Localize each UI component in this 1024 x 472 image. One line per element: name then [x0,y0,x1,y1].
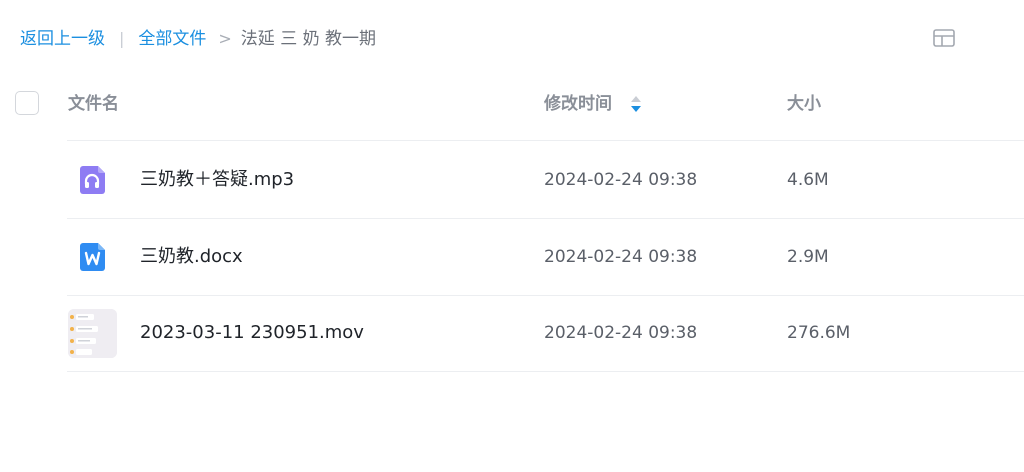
breadcrumb-divider: | [119,29,125,48]
audio-file-icon [80,166,105,194]
file-size: 2.9M [787,247,829,267]
column-header-size[interactable]: 大小 [787,93,821,115]
row-divider [67,140,1024,141]
table-row[interactable]: 三奶教＋答疑.mp3 2024-02-24 09:38 4.6M [0,142,1024,218]
column-header-name[interactable]: 文件名 [68,93,119,115]
file-size: 4.6M [787,170,829,190]
video-thumbnail [68,309,117,358]
file-name[interactable]: 三奶教＋答疑.mp3 [140,168,294,192]
breadcrumb-separator: > [218,29,232,48]
sort-descending-icon[interactable] [630,95,642,113]
file-name[interactable]: 2023-03-11 230951.mov [140,321,364,345]
table-row[interactable]: 三奶教.docx 2024-02-24 09:38 2.9M [0,219,1024,295]
view-toggle-button[interactable] [932,27,956,49]
all-files-link[interactable]: 全部文件 [138,26,206,52]
grid-view-icon [933,29,955,47]
file-modified: 2024-02-24 09:38 [544,323,698,343]
file-size: 276.6M [787,323,851,343]
file-browser: 返回上一级 | 全部文件 > 法延 三 奶 教一期 文件名 修改时间 大小 三奶… [0,0,1024,472]
row-divider [67,371,1024,372]
word-file-icon [80,243,105,271]
breadcrumb: 返回上一级 | 全部文件 > 法延 三 奶 教一期 [20,26,376,52]
file-modified: 2024-02-24 09:38 [544,247,698,267]
file-name[interactable]: 三奶教.docx [140,245,243,269]
table-row[interactable]: 2023-03-11 230951.mov 2024-02-24 09:38 2… [0,295,1024,371]
file-modified: 2024-02-24 09:38 [544,170,698,190]
column-header-modified[interactable]: 修改时间 [544,93,612,115]
current-folder: 法延 三 奶 教一期 [240,29,377,49]
back-link[interactable]: 返回上一级 [20,26,105,52]
table-header: 文件名 修改时间 大小 [0,80,1024,130]
select-all-checkbox[interactable] [15,91,39,115]
